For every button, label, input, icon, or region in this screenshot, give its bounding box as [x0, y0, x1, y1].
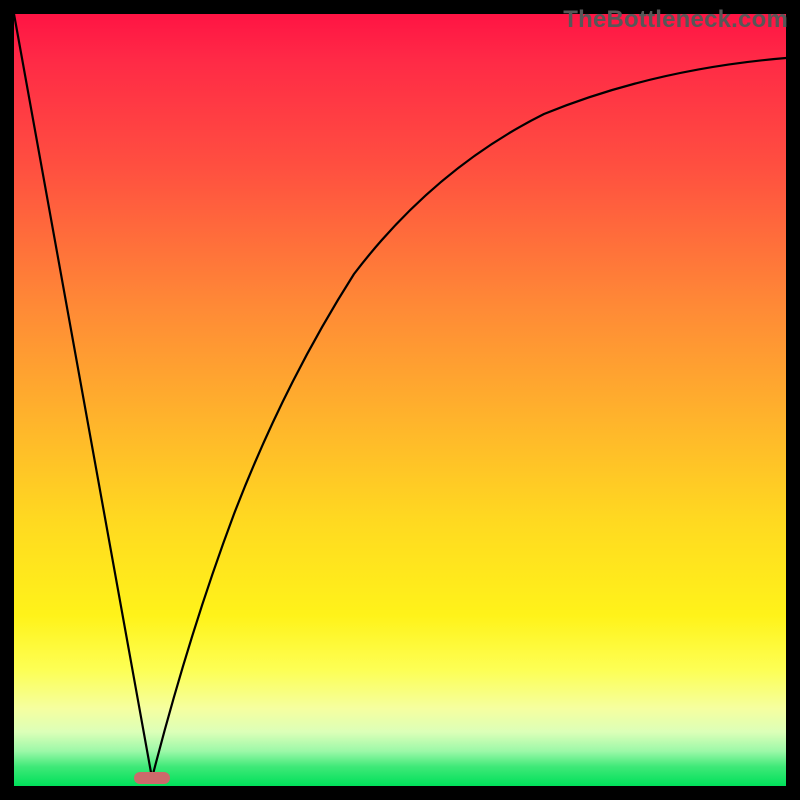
bottleneck-curve — [14, 14, 786, 786]
curve-right-branch — [152, 58, 786, 778]
minimum-marker — [134, 772, 170, 784]
curve-left-branch — [14, 14, 152, 778]
plot-area — [14, 14, 786, 786]
watermark-text: TheBottleneck.com — [563, 6, 788, 34]
chart-frame: TheBottleneck.com — [0, 0, 800, 800]
